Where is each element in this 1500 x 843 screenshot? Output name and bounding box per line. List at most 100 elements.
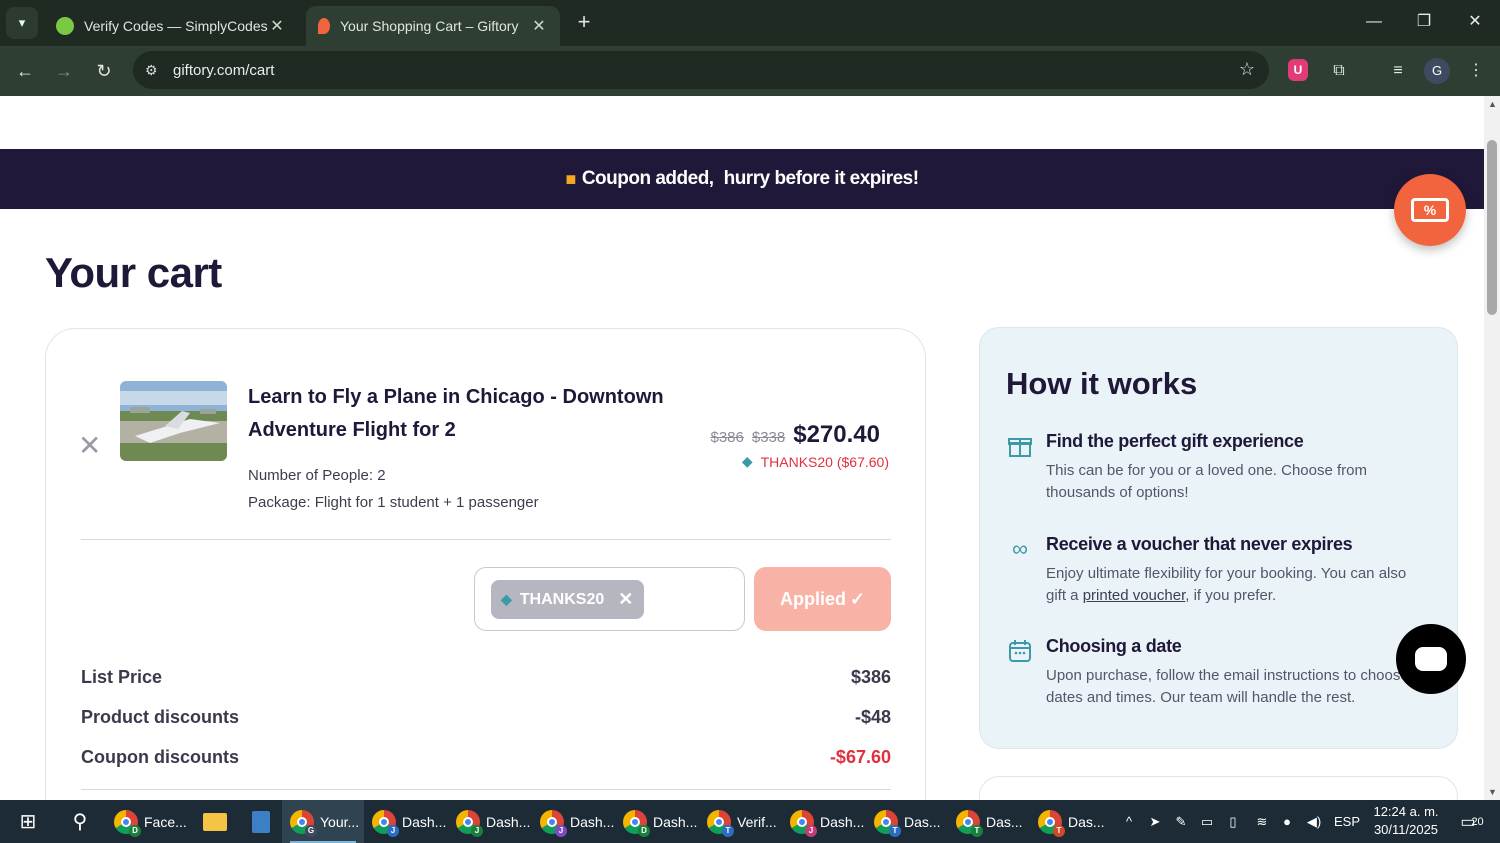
battery-icon[interactable]: ▭ [1196,800,1218,843]
summary-value: -$48 [854,707,891,727]
taskbar-item[interactable]: J Dash... [540,800,618,843]
chrome-icon: T [956,809,983,837]
people-count: Number of People: 2 [248,467,386,484]
taskbar-item[interactable]: J Dash... [456,800,534,843]
volume-icon[interactable]: ◀) [1302,800,1326,843]
tab-search-button[interactable]: ▾ [6,7,38,39]
taskbar-item[interactable]: J Dash... [372,800,450,843]
taskbar-item-label: Face... [144,813,187,830]
shield-extension-icon[interactable]: U [1288,59,1308,81]
coupon-chip: ◆ THANKS20 ✕ [491,580,644,619]
language-indicator[interactable]: ESP [1332,800,1362,843]
gift-icon [1006,433,1034,465]
forward-arrow-icon[interactable]: → [49,56,79,86]
back-arrow-icon[interactable]: ← [10,56,40,86]
notification-center[interactable]: ▭ 20 [1452,800,1492,843]
chrome-icon: T [1038,809,1065,837]
banner-text-1: Coupon added, [581,168,714,189]
applied-button[interactable]: Applied ✓ [754,567,891,631]
minimize-button[interactable]: — [1354,8,1394,36]
telegram-icon[interactable]: ➤ [1144,800,1166,843]
product-title[interactable]: Learn to Fly a Plane in Chicago - Downto… [248,381,678,447]
chrome-icon: T [707,809,734,837]
wifi-icon[interactable]: ≋ [1250,800,1274,843]
extensions-puzzle-icon[interactable]: ⧉ [1326,58,1352,84]
tab-giftory[interactable]: Your Shopping Cart – Giftory ✕ [306,6,560,46]
usb-icon[interactable]: ▯ [1222,800,1244,843]
tab-simplycodes[interactable]: Verify Codes — SimplyCodes ✕ [44,6,298,46]
text-after-link: , if you prefer. [1185,587,1277,604]
discounted-price: $338 [751,429,786,446]
reload-icon[interactable]: ↻ [89,56,119,86]
windows-taskbar: ⊞ ⚲ D Face... G Your... J Dash... J Dash… [0,800,1500,843]
final-price: $270.40 [793,421,880,448]
taskbar-item[interactable]: T Verif... [707,800,783,843]
notification-count: 20 [1471,815,1484,828]
remove-coupon-icon[interactable]: ✕ [618,589,633,610]
clock-date: 30/11/2025 [1373,822,1439,837]
product-image[interactable] [120,381,227,461]
browser-menu-icon[interactable]: ⋮ [1463,58,1489,84]
scroll-thumb[interactable] [1487,140,1497,315]
windows-start-icon[interactable]: ⊞ [10,800,46,843]
reading-list-icon[interactable]: ≡ [1385,58,1411,84]
calendar-icon [1006,638,1034,670]
chrome-icon: J [540,809,567,837]
tab-title: Your Shopping Cart – Giftory [340,18,519,34]
printed-voucher-link[interactable]: printed voucher [1083,587,1186,604]
applied-coupon-text: THANKS20 ($67.60) [760,453,889,470]
coupon-floating-button[interactable]: % [1394,174,1466,246]
close-window-button[interactable]: ✕ [1455,8,1495,36]
file-explorer-icon[interactable] [200,800,230,843]
taskbar-item[interactable]: T Das... [956,800,1028,843]
applied-coupon-line: ◆ THANKS20 ($67.60) [742,453,889,470]
how-it-works-title: How it works [1006,366,1198,401]
clock-time: 12:24 a. m. [1373,804,1439,819]
coupon-ticket-icon: % [1411,198,1449,222]
network-icon[interactable]: ● [1276,800,1298,843]
page-scrollbar[interactable]: ▲ ▼ [1484,96,1500,800]
close-tab-icon[interactable]: ✕ [268,16,286,36]
how-item-date: Choosing a date Upon purchase, follow th… [1006,636,1426,709]
site-settings-icon[interactable]: ⚙ [145,62,169,79]
price-group: $386 $338 $270.40 [710,421,880,449]
chat-button[interactable] [1396,624,1466,694]
how-item-text: Enjoy ultimate flexibility for your book… [1046,563,1426,607]
taskbar-item-label: Dash... [486,813,531,830]
taskbar-item-label: Your... [320,813,360,830]
new-tab-button[interactable]: + [570,8,598,36]
browser-toolbar: ← → ↻ ⚙ giftory.com/cart ☆ U ⧉ ≡ G ⋮ [0,46,1500,96]
applied-label: Applied [779,588,846,609]
taskbar-item[interactable]: T Das... [1038,800,1110,843]
taskbar-item-label: Das... [1068,813,1105,830]
calculator-icon[interactable] [246,800,276,843]
clock[interactable]: 12:24 a. m. 30/11/2025 [1370,803,1442,839]
search-icon[interactable]: ⚲ [62,800,98,843]
bookmark-star-icon[interactable]: ☆ [1239,59,1255,80]
taskbar-item-active[interactable]: G Your... [282,800,364,843]
taskbar-item-label: Verif... [737,813,777,830]
pen-icon[interactable]: ✎ [1170,800,1192,843]
taskbar-item[interactable]: D Dash... [623,800,701,843]
close-tab-icon[interactable]: ✕ [530,16,548,36]
address-bar[interactable]: ⚙ giftory.com/cart ☆ [133,51,1269,89]
scroll-down-icon[interactable]: ▼ [1488,787,1497,797]
coupon-code: THANKS20 [519,590,605,608]
taskbar-item-label: Dash... [653,813,698,830]
taskbar-item[interactable]: J Dash... [790,800,868,843]
tray-chevron-icon[interactable]: ^ [1118,800,1140,843]
remove-item-icon[interactable]: ✕ [78,429,101,462]
taskbar-item[interactable]: D Face... [114,800,190,843]
how-it-works-card: How it works Find the perfect gift exper… [979,327,1458,749]
page-viewport: ■ Coupon added, hurry before it expires!… [0,96,1484,800]
taskbar-item[interactable]: T Das... [874,800,946,843]
profile-avatar[interactable]: G [1424,58,1450,84]
chrome-icon: J [456,809,483,837]
coupon-input[interactable]: ◆ THANKS20 ✕ [474,567,745,631]
scroll-up-icon[interactable]: ▲ [1488,99,1497,109]
taskbar-item-label: Dash... [402,813,447,830]
restore-button[interactable]: ❐ [1404,8,1444,36]
infinity-icon: ∞ [1012,536,1028,561]
summary-label: List Price [81,667,163,687]
summary-row-product-discounts: Product discounts -$48 [81,707,891,728]
